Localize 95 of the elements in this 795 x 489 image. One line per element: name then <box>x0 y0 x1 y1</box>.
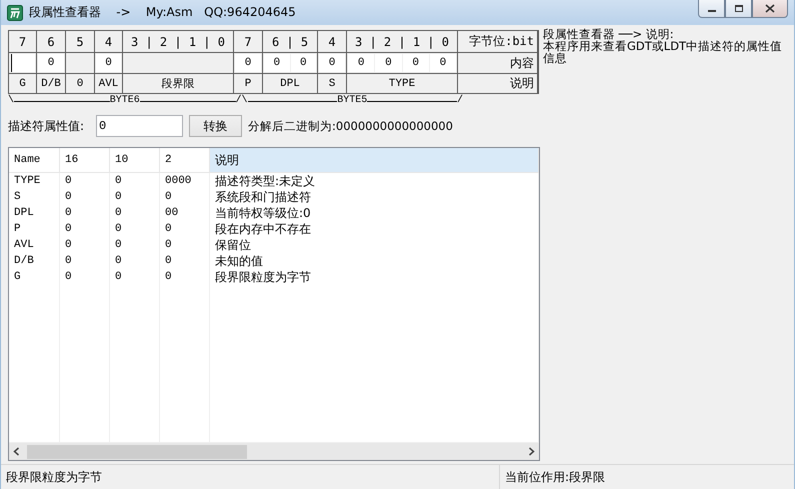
table-cell: 未知的值 <box>210 253 538 269</box>
bit-value-field[interactable]: 0 <box>38 54 64 72</box>
table-cell: 0 <box>160 269 210 285</box>
minimize-button[interactable] <box>698 0 725 18</box>
status-text: 段界限粒度为字节 <box>5 468 103 486</box>
table-cell: 0 <box>60 172 110 189</box>
field-name: 0 <box>66 74 94 93</box>
table-cell: AVL <box>9 237 60 253</box>
bit-number: 4 <box>318 31 346 52</box>
ruler-mark: / <box>457 95 464 107</box>
field-name: G <box>9 74 36 93</box>
field-name: AVL <box>95 74 122 93</box>
bit-value-field[interactable]: 0 <box>402 54 429 72</box>
bit-number: 3 | 2 | 1 | 0 <box>123 31 233 52</box>
convert-button[interactable]: 转换 <box>189 115 242 137</box>
column-header[interactable]: 16 <box>60 148 110 172</box>
table-cell: 段界限粒度为字节 <box>210 269 538 285</box>
table-cell: 0 <box>160 253 210 269</box>
table-cell: 描述符类型:未定义 <box>210 172 538 189</box>
field-name: P <box>234 74 262 93</box>
table-cell: 0 <box>160 221 210 237</box>
bit-value-field[interactable]: 0 <box>348 54 374 72</box>
bit-value-field[interactable]: 0 <box>290 54 316 72</box>
horizontal-scrollbar[interactable] <box>9 442 539 460</box>
table-cell: 当前特权等级位:0 <box>210 205 538 221</box>
bit-number: 6 <box>37 31 65 52</box>
info-text: 本程序用来查看GDT或LDT中描述符的属性值信息 <box>543 40 784 64</box>
bit-legend: 字节位:bit <box>458 31 537 52</box>
table-cell: DPL <box>9 205 60 221</box>
table-cell: 0 <box>60 221 110 237</box>
bit-value-field[interactable]: 0 <box>264 54 290 72</box>
field-name: DPL <box>263 74 317 93</box>
status-text: 当前位作用:段界限 <box>499 465 606 489</box>
attribute-label: 描述符属性值: <box>8 118 86 134</box>
bit-number: 3 | 2 | 1 | 0 <box>347 31 457 52</box>
app-icon <box>7 4 23 20</box>
table-cell: D/B <box>9 253 60 269</box>
bit-number: 7 <box>9 31 36 52</box>
table-cell: 0 <box>110 189 160 205</box>
maximize-button[interactable] <box>725 0 752 18</box>
field-name: S <box>318 74 346 93</box>
table-cell: 0 <box>110 172 160 189</box>
bit-number: 4 <box>95 31 122 52</box>
scrollbar-thumb[interactable] <box>27 444 247 458</box>
bit-number: 5 <box>66 31 94 52</box>
table-cell: 0 <box>60 237 110 253</box>
table-cell: 保留位 <box>210 237 538 253</box>
bit-value-field[interactable]: 0 <box>375 54 402 72</box>
table-cell: 0 <box>60 253 110 269</box>
table-cell: G <box>9 269 60 285</box>
table-cell: 00 <box>160 205 210 221</box>
byte-label: BYTE5 <box>337 95 368 107</box>
table-cell: 0 <box>110 205 160 221</box>
scroll-right-icon[interactable] <box>528 447 535 456</box>
column-header[interactable]: Name <box>9 148 60 172</box>
binary-result-text: 分解后二进制为:0000000000000000 <box>248 118 453 134</box>
field-name: D/B <box>37 74 65 93</box>
close-button[interactable] <box>752 0 788 18</box>
table-cell: 0 <box>160 237 210 253</box>
bit-value-field[interactable]: 0 <box>319 54 345 72</box>
close-icon <box>765 4 775 13</box>
maximize-icon <box>734 4 744 13</box>
table-cell: 系统段和门描述符 <box>210 189 538 205</box>
table-cell: 0 <box>60 269 110 285</box>
table-cell: 段在内存中不存在 <box>210 221 538 237</box>
table-cell: 0 <box>110 253 160 269</box>
field-name: 段界限 <box>123 74 233 93</box>
bit-number: 6 | 5 <box>263 31 317 52</box>
info-title: 段属性查看器 ──> 说明: <box>543 28 675 40</box>
bit-number: 7 <box>234 31 262 52</box>
column-header[interactable]: 10 <box>110 148 160 172</box>
bit-value-field[interactable]: 0 <box>430 54 456 72</box>
table-cell: 0 <box>110 269 160 285</box>
table-cell: 0 <box>60 189 110 205</box>
description-label: 说明 <box>458 74 537 93</box>
ruler-mark: /\ <box>236 95 248 107</box>
bit-value-field[interactable]: 0 <box>96 54 121 72</box>
attribute-input-field[interactable]: 0 <box>96 115 183 137</box>
table-cell: 0000 <box>160 172 210 189</box>
table-cell: TYPE <box>9 172 60 189</box>
table-cell: 0 <box>60 205 110 221</box>
content-label: 内容 <box>458 53 537 73</box>
table-cell: 0 <box>110 237 160 253</box>
window-title: 段属性查看器 -> My:Asm QQ:964204645 <box>29 4 296 21</box>
bit-value-field[interactable]: 0 <box>235 54 261 72</box>
ruler-mark: \ <box>8 95 14 107</box>
field-name: TYPE <box>347 74 457 93</box>
table-cell: 0 <box>160 189 210 205</box>
byte-label: BYTE6 <box>110 95 140 107</box>
bit-value-field[interactable] <box>10 54 35 72</box>
table-cell: S <box>9 189 60 205</box>
table-cell: P <box>9 221 60 237</box>
table-cell: 0 <box>110 221 160 237</box>
column-header[interactable]: 说明 <box>210 148 538 172</box>
scroll-left-icon[interactable] <box>13 447 20 456</box>
